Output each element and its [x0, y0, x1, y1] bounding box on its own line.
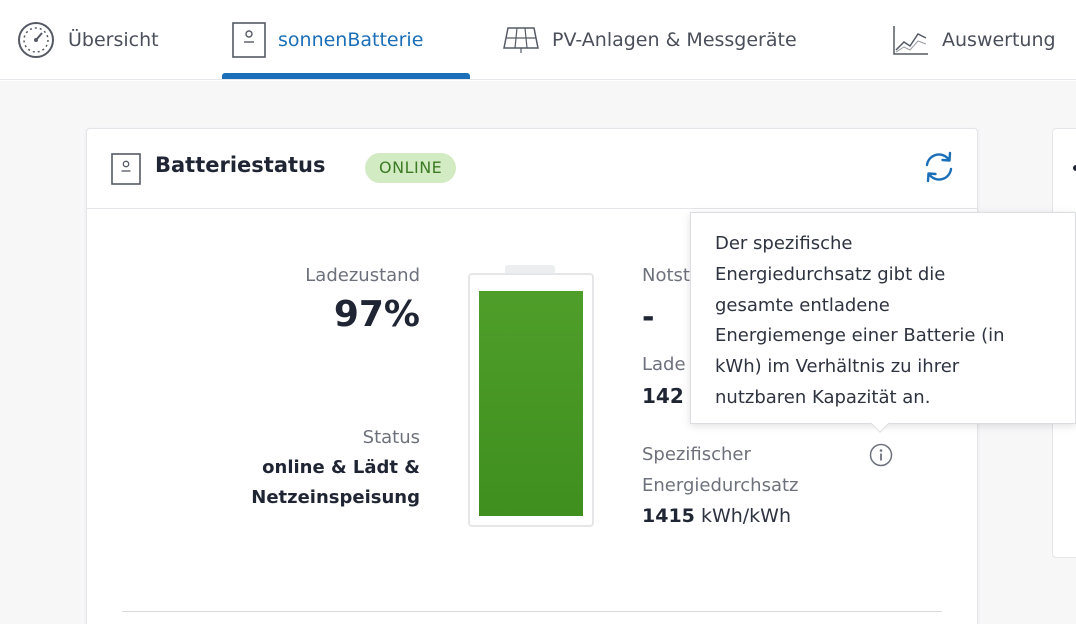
top-navigation: Übersicht sonnenBatterie PV-Anlagen & Me… — [0, 0, 1076, 80]
notstrom-value: - — [642, 300, 655, 335]
info-icon[interactable] — [869, 443, 893, 471]
tooltip-line: Energiedurchsatz gibt die — [715, 263, 946, 285]
tooltip-line: Der spezifische — [715, 233, 853, 254]
status-badge: ONLINE — [365, 153, 457, 183]
tab-label: sonnenBatterie — [278, 29, 424, 51]
solar-panel-icon — [502, 26, 540, 54]
status-value-line2: Netzeinspeisung — [251, 487, 420, 508]
battery-box-icon — [111, 153, 141, 189]
tooltip-line: nutzbaren Kapazität an. — [715, 386, 931, 408]
status-value-line1: online & Lädt & — [262, 457, 420, 478]
notstrom-label: Notst — [642, 265, 690, 286]
battery-graphic — [468, 273, 594, 527]
tab-auswertung[interactable]: Auswertung — [892, 0, 1056, 80]
specific-throughput-unit: kWh/kWh — [700, 505, 792, 527]
specific-throughput-value: 1415 kWh/kWh — [642, 505, 791, 527]
specific-throughput-label-line1: Spezifischer — [642, 444, 751, 465]
line-chart-icon — [892, 24, 930, 56]
ladezyklen-value: 142 — [642, 384, 684, 408]
card-header: Batteriestatus ONLINE — [87, 129, 977, 209]
info-tooltip: Der spezifische Energiedurchsatz gibt di… — [690, 212, 1076, 424]
battery-terminal — [505, 265, 555, 273]
refresh-icon[interactable] — [921, 149, 957, 189]
card-title: Batteriestatus — [155, 153, 326, 177]
card-divider — [122, 611, 942, 612]
battery-box-icon — [232, 22, 266, 58]
tab-label: Übersicht — [68, 29, 159, 51]
soc-value: 97% — [333, 294, 420, 335]
tab-label: Auswertung — [942, 29, 1056, 51]
tab-sonnenbatterie[interactable]: sonnenBatterie — [232, 0, 423, 80]
tab-uebersicht[interactable]: Übersicht — [16, 0, 159, 80]
specific-throughput-number: 1415 — [642, 505, 695, 527]
soc-label: Ladezustand — [305, 265, 420, 286]
tooltip-line: gesamte entladene — [715, 294, 890, 316]
active-tab-indicator — [222, 73, 470, 79]
tooltip-line: kWh) im Verhältnis zu ihrer — [715, 356, 960, 378]
speedometer-icon — [16, 20, 56, 60]
tooltip-line: Energiemenge einer Batterie (in — [715, 325, 1005, 347]
ladezyklen-label: Lade — [642, 354, 686, 375]
status-label: Status — [362, 427, 420, 448]
tab-label: PV-Anlagen & Messgeräte — [552, 29, 797, 51]
tab-pv-anlagen[interactable]: PV-Anlagen & Messgeräte — [502, 0, 797, 80]
specific-throughput-label-line2: Energiedurchsatz — [642, 475, 799, 496]
battery-fill-level — [479, 291, 583, 516]
